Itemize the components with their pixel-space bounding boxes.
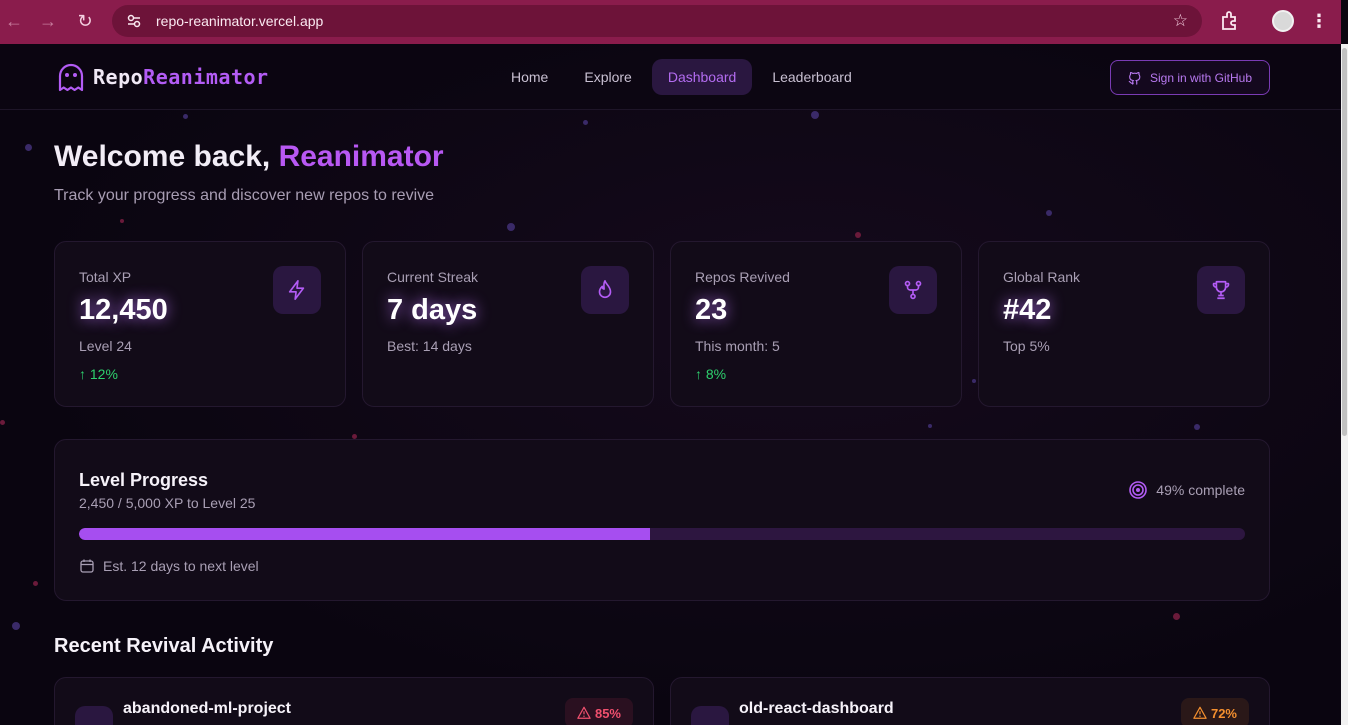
particle <box>855 232 861 238</box>
stat-value: #42 <box>1003 294 1052 326</box>
xp-to-next-level: 2,450 / 5,000 XP to Level 25 <box>79 495 256 511</box>
browser-toolbar: ← → ↻ repo-reanimator.vercel.app ☆ ⋮ <box>0 0 1341 44</box>
repo-name[interactable]: abandoned-ml-project <box>123 700 291 718</box>
scrollbar-thumb[interactable] <box>1342 48 1347 436</box>
brand-part-repo: Repo <box>93 65 144 89</box>
repo-name[interactable]: old-react-dashboard <box>739 700 894 718</box>
health-percent: 72% <box>1210 705 1237 721</box>
stat-label: Current Streak <box>387 269 479 285</box>
stat-sub: Level 24 <box>79 338 132 354</box>
extensions-icon[interactable] <box>1218 9 1242 33</box>
recent-activity-title: Recent Revival Activity <box>54 635 274 657</box>
estimate-text: Est. 12 days to next level <box>103 558 259 574</box>
brand-name: RepoReanimator <box>93 65 269 89</box>
particle <box>25 144 32 151</box>
calendar-icon <box>80 559 94 573</box>
stat-card-repos-revived: Repos Revived 23 This month: 5 ↑ 8% <box>670 241 962 407</box>
bookmark-star-icon[interactable]: ☆ <box>1173 11 1188 31</box>
progress-fill <box>79 528 651 540</box>
particle <box>1194 424 1200 430</box>
github-icon <box>1128 71 1141 85</box>
lightning-icon <box>273 266 321 314</box>
sign-in-github-button[interactable]: Sign in with GitHub <box>1110 60 1270 95</box>
estimate: Est. 12 days to next level <box>79 558 259 574</box>
stat-trend: ↑ 8% <box>695 366 727 382</box>
particle <box>0 420 5 425</box>
nav-link-explore[interactable]: Explore <box>568 59 647 95</box>
greeting-text: Welcome back, <box>54 140 271 173</box>
stat-sub: Top 5% <box>1003 338 1050 354</box>
forward-arrow-icon[interactable]: → <box>31 4 65 38</box>
stat-card-total-xp: Total XP 12,450 Level 24 ↑ 12% <box>54 241 346 407</box>
particle <box>33 581 38 586</box>
stat-label: Global Rank <box>1003 269 1081 285</box>
level-progress-title: Level Progress <box>79 470 209 490</box>
kebab-menu-icon[interactable]: ⋮ <box>1310 8 1328 34</box>
particle <box>507 223 515 231</box>
particle <box>972 379 976 383</box>
url-text: repo-reanimator.vercel.app <box>156 13 324 29</box>
page: RepoReanimator Home Explore Dashboard Le… <box>0 44 1341 725</box>
ghost-icon <box>58 63 84 92</box>
particle <box>928 424 932 428</box>
brand-part-reanimator: Reanimator <box>143 65 269 89</box>
completion-indicator: 49% complete <box>1128 480 1245 500</box>
particle <box>1046 210 1052 216</box>
site-header: RepoReanimator Home Explore Dashboard Le… <box>0 44 1341 110</box>
particle <box>1173 613 1180 620</box>
logo[interactable]: RepoReanimator <box>57 62 269 92</box>
stat-sub: This month: 5 <box>695 338 780 354</box>
page-title: Welcome back, Reanimator <box>54 140 444 174</box>
stat-trend: ↑ 12% <box>79 366 118 382</box>
level-progress-card: Level Progress 2,450 / 5,000 XP to Level… <box>54 439 1270 601</box>
reload-icon[interactable]: ↻ <box>68 4 102 38</box>
stat-label: Repos Revived <box>695 269 790 285</box>
stat-sub: Best: 14 days <box>387 338 472 354</box>
nav-link-leaderboard[interactable]: Leaderboard <box>756 59 867 95</box>
main-nav: Home Explore Dashboard Leaderboard <box>495 59 868 95</box>
sign-in-label: Sign in with GitHub <box>1149 70 1253 85</box>
stat-value: 12,450 <box>79 294 168 326</box>
warning-icon <box>1193 706 1207 719</box>
completion-text: 49% complete <box>1156 482 1245 498</box>
repo-card[interactable]: old-react-dashboard 72% <box>670 677 1270 725</box>
stat-card-current-streak: Current Streak 7 days Best: 14 days <box>362 241 654 407</box>
page-subtitle: Track your progress and discover new rep… <box>54 187 435 204</box>
repo-ghost-icon <box>75 706 113 725</box>
health-percent: 85% <box>594 705 621 721</box>
warning-icon <box>577 706 591 719</box>
stat-card-global-rank: Global Rank #42 Top 5% <box>978 241 1270 407</box>
level-progress-bar <box>79 528 1245 540</box>
trophy-icon <box>1197 266 1245 314</box>
particle <box>183 114 188 119</box>
page-scrollbar[interactable] <box>1341 44 1348 725</box>
nav-link-dashboard[interactable]: Dashboard <box>651 59 753 95</box>
site-settings-icon[interactable] <box>126 13 142 29</box>
health-badge: 72% <box>1180 698 1249 725</box>
particle <box>120 219 124 223</box>
particle <box>12 622 20 630</box>
stat-value: 23 <box>695 294 728 326</box>
target-icon <box>1129 481 1148 499</box>
git-fork-icon <box>889 266 937 314</box>
username: Reanimator <box>278 140 444 173</box>
profile-avatar[interactable] <box>1272 10 1294 32</box>
stat-value: 7 days <box>387 294 478 326</box>
nav-link-home[interactable]: Home <box>495 59 564 95</box>
repo-ghost-icon <box>691 706 729 725</box>
particle <box>811 111 819 119</box>
health-badge: 85% <box>564 698 633 725</box>
stat-label: Total XP <box>79 269 132 285</box>
back-arrow-icon[interactable]: ← <box>0 4 31 38</box>
particle <box>583 120 588 125</box>
flame-icon <box>581 266 629 314</box>
repo-card[interactable]: abandoned-ml-project 85% <box>54 677 654 725</box>
address-bar[interactable]: repo-reanimator.vercel.app ☆ <box>112 5 1202 37</box>
